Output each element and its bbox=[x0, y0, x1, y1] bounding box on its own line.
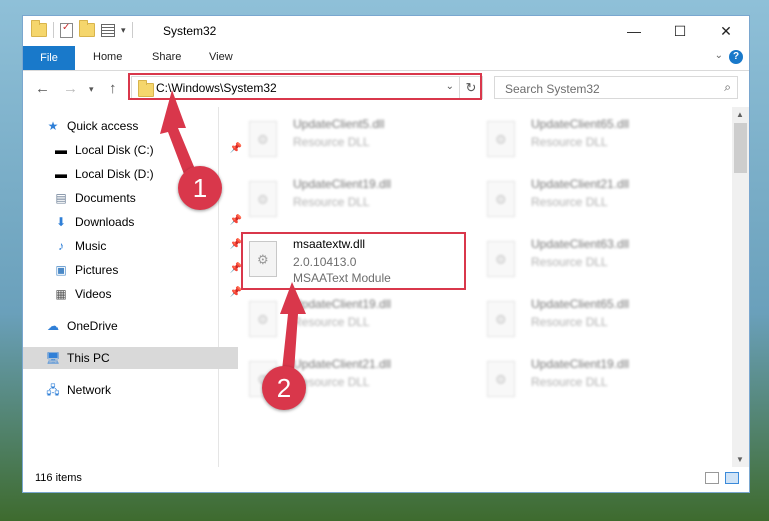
documents-icon: ▤ bbox=[55, 191, 67, 205]
maximize-button[interactable]: ☐ bbox=[657, 16, 703, 46]
file-name: UpdateClient19.dll bbox=[531, 357, 630, 371]
file-type: Resource DLL bbox=[531, 375, 608, 389]
nav-item-label: Documents bbox=[75, 191, 136, 205]
dll-file-icon bbox=[249, 121, 277, 157]
window-controls: — ☐ ✕ bbox=[611, 16, 749, 46]
nav-item-music[interactable]: ♪ Music 📌 bbox=[23, 235, 246, 257]
downloads-icon: ⬇ bbox=[55, 215, 67, 229]
file-name: UpdateClient5.dll bbox=[293, 117, 385, 131]
nav-item-label: Music bbox=[75, 239, 107, 253]
nav-item-onedrive[interactable]: ☁ OneDrive bbox=[23, 315, 238, 337]
file-name: UpdateClient63.dll bbox=[531, 237, 630, 251]
file-name: UpdateClient65.dll bbox=[531, 117, 630, 131]
customize-dropdown-icon[interactable]: ▾ bbox=[121, 25, 126, 36]
music-icon: ♪ bbox=[58, 239, 64, 253]
search-icon[interactable]: ⌕ bbox=[724, 80, 731, 95]
file-tile[interactable]: UpdateClient19.dll Resource DLL bbox=[243, 175, 467, 229]
help-button[interactable]: ? bbox=[729, 50, 743, 64]
nav-item-label: Downloads bbox=[75, 215, 135, 229]
pictures-icon: ▣ bbox=[55, 263, 67, 277]
nav-item-label: Videos bbox=[75, 287, 112, 301]
nav-item-label: Local Disk (C:) bbox=[75, 143, 154, 157]
recent-locations-icon[interactable]: ▾ bbox=[89, 84, 94, 95]
network-icon: 🖧 bbox=[46, 383, 60, 397]
step2-badge: 2 bbox=[262, 366, 306, 410]
separator bbox=[131, 22, 133, 38]
file-tile[interactable]: UpdateClient65.dll Resource DLL bbox=[481, 115, 705, 169]
tab-view[interactable]: View bbox=[209, 51, 233, 63]
back-arrow-icon[interactable]: ← bbox=[35, 80, 50, 97]
nav-item-pictures[interactable]: ▣ Pictures 📌 bbox=[23, 259, 246, 281]
star-icon: ★ bbox=[47, 119, 59, 133]
scrollbar-thumb[interactable] bbox=[734, 123, 747, 173]
step2-arrow-icon bbox=[280, 282, 306, 372]
quick-access-toolbar: ▾ bbox=[31, 20, 133, 38]
item-count: 116 items bbox=[35, 472, 82, 484]
drive-icon: ▬ bbox=[55, 143, 67, 157]
up-arrow-icon[interactable]: ↑ bbox=[109, 80, 117, 97]
status-bar: 116 items bbox=[23, 466, 749, 492]
onedrive-icon: ☁ bbox=[47, 319, 59, 333]
file-type: Resource DLL bbox=[531, 315, 608, 329]
properties-icon[interactable] bbox=[60, 22, 73, 38]
file-tile[interactable]: UpdateClient63.dll Resource DLL bbox=[481, 235, 705, 289]
file-type: Resource DLL bbox=[531, 195, 608, 209]
search-box[interactable]: ⌕ bbox=[494, 76, 738, 99]
nav-item-label: Network bbox=[67, 383, 112, 397]
videos-icon: ▦ bbox=[55, 287, 67, 301]
file-tile[interactable]: UpdateClient19.dll Resource DLL bbox=[481, 355, 705, 409]
view-icon[interactable] bbox=[101, 23, 115, 37]
window-title: System32 bbox=[163, 24, 217, 38]
file-type: Resource DLL bbox=[531, 135, 608, 149]
nav-item-network[interactable]: 🖧 Network bbox=[23, 379, 238, 401]
drive-icon: ▬ bbox=[55, 167, 67, 181]
nav-item-label: Local Disk (D:) bbox=[75, 167, 154, 181]
new-folder-icon[interactable] bbox=[79, 20, 95, 37]
file-tile[interactable]: UpdateClient65.dll Resource DLL bbox=[481, 295, 705, 349]
tiles-view-icon[interactable] bbox=[725, 472, 739, 484]
nav-item-label: OneDrive bbox=[67, 319, 118, 333]
details-view-icon[interactable] bbox=[705, 472, 719, 484]
file-name: UpdateClient21.dll bbox=[531, 177, 630, 191]
title-bar: ▾ System32 — ☐ ✕ bbox=[23, 16, 749, 46]
dll-file-icon bbox=[487, 121, 515, 157]
folder-icon bbox=[31, 20, 47, 37]
dll-file-icon bbox=[487, 361, 515, 397]
dll-file-icon bbox=[487, 301, 515, 337]
file-type: Resource DLL bbox=[531, 255, 608, 269]
search-input[interactable] bbox=[503, 78, 717, 99]
file-name: UpdateClient65.dll bbox=[531, 297, 630, 311]
ribbon-tabs: File Home Share View ⌄ ? bbox=[23, 46, 749, 71]
nav-item-label: Pictures bbox=[75, 263, 119, 277]
vertical-scrollbar[interactable]: ▲ ▼ bbox=[732, 107, 749, 467]
file-name: UpdateClient19.dll bbox=[293, 177, 392, 191]
forward-arrow-icon[interactable]: → bbox=[63, 80, 78, 97]
computer-icon: 🖥 bbox=[45, 351, 61, 365]
nav-item-label: Quick access bbox=[67, 119, 139, 133]
dll-file-icon bbox=[249, 181, 277, 217]
dll-file-icon bbox=[487, 241, 515, 277]
minimize-button[interactable]: — bbox=[611, 16, 657, 46]
file-tile[interactable]: UpdateClient21.dll Resource DLL bbox=[481, 175, 705, 229]
nav-item-this-pc[interactable]: 🖥 This PC bbox=[23, 347, 238, 369]
scroll-up-icon[interactable]: ▲ bbox=[736, 110, 744, 119]
file-type: Resource DLL bbox=[293, 195, 370, 209]
dll-file-icon bbox=[487, 181, 515, 217]
step1-badge: 1 bbox=[178, 166, 222, 210]
close-button[interactable]: ✕ bbox=[703, 16, 749, 46]
nav-item-downloads[interactable]: ⬇ Downloads 📌 bbox=[23, 211, 246, 233]
file-type: Resource DLL bbox=[293, 135, 370, 149]
nav-item-label: This PC bbox=[67, 351, 110, 365]
nav-item-videos[interactable]: ▦ Videos 📌 bbox=[23, 283, 246, 305]
separator bbox=[53, 22, 54, 38]
file-tile[interactable]: UpdateClient5.dll Resource DLL bbox=[243, 115, 467, 169]
tab-share[interactable]: Share bbox=[152, 51, 181, 63]
tab-file[interactable]: File bbox=[23, 46, 75, 70]
expand-ribbon-icon[interactable]: ⌄ bbox=[715, 50, 723, 61]
tab-home[interactable]: Home bbox=[93, 51, 122, 63]
scroll-down-icon[interactable]: ▼ bbox=[736, 455, 744, 464]
